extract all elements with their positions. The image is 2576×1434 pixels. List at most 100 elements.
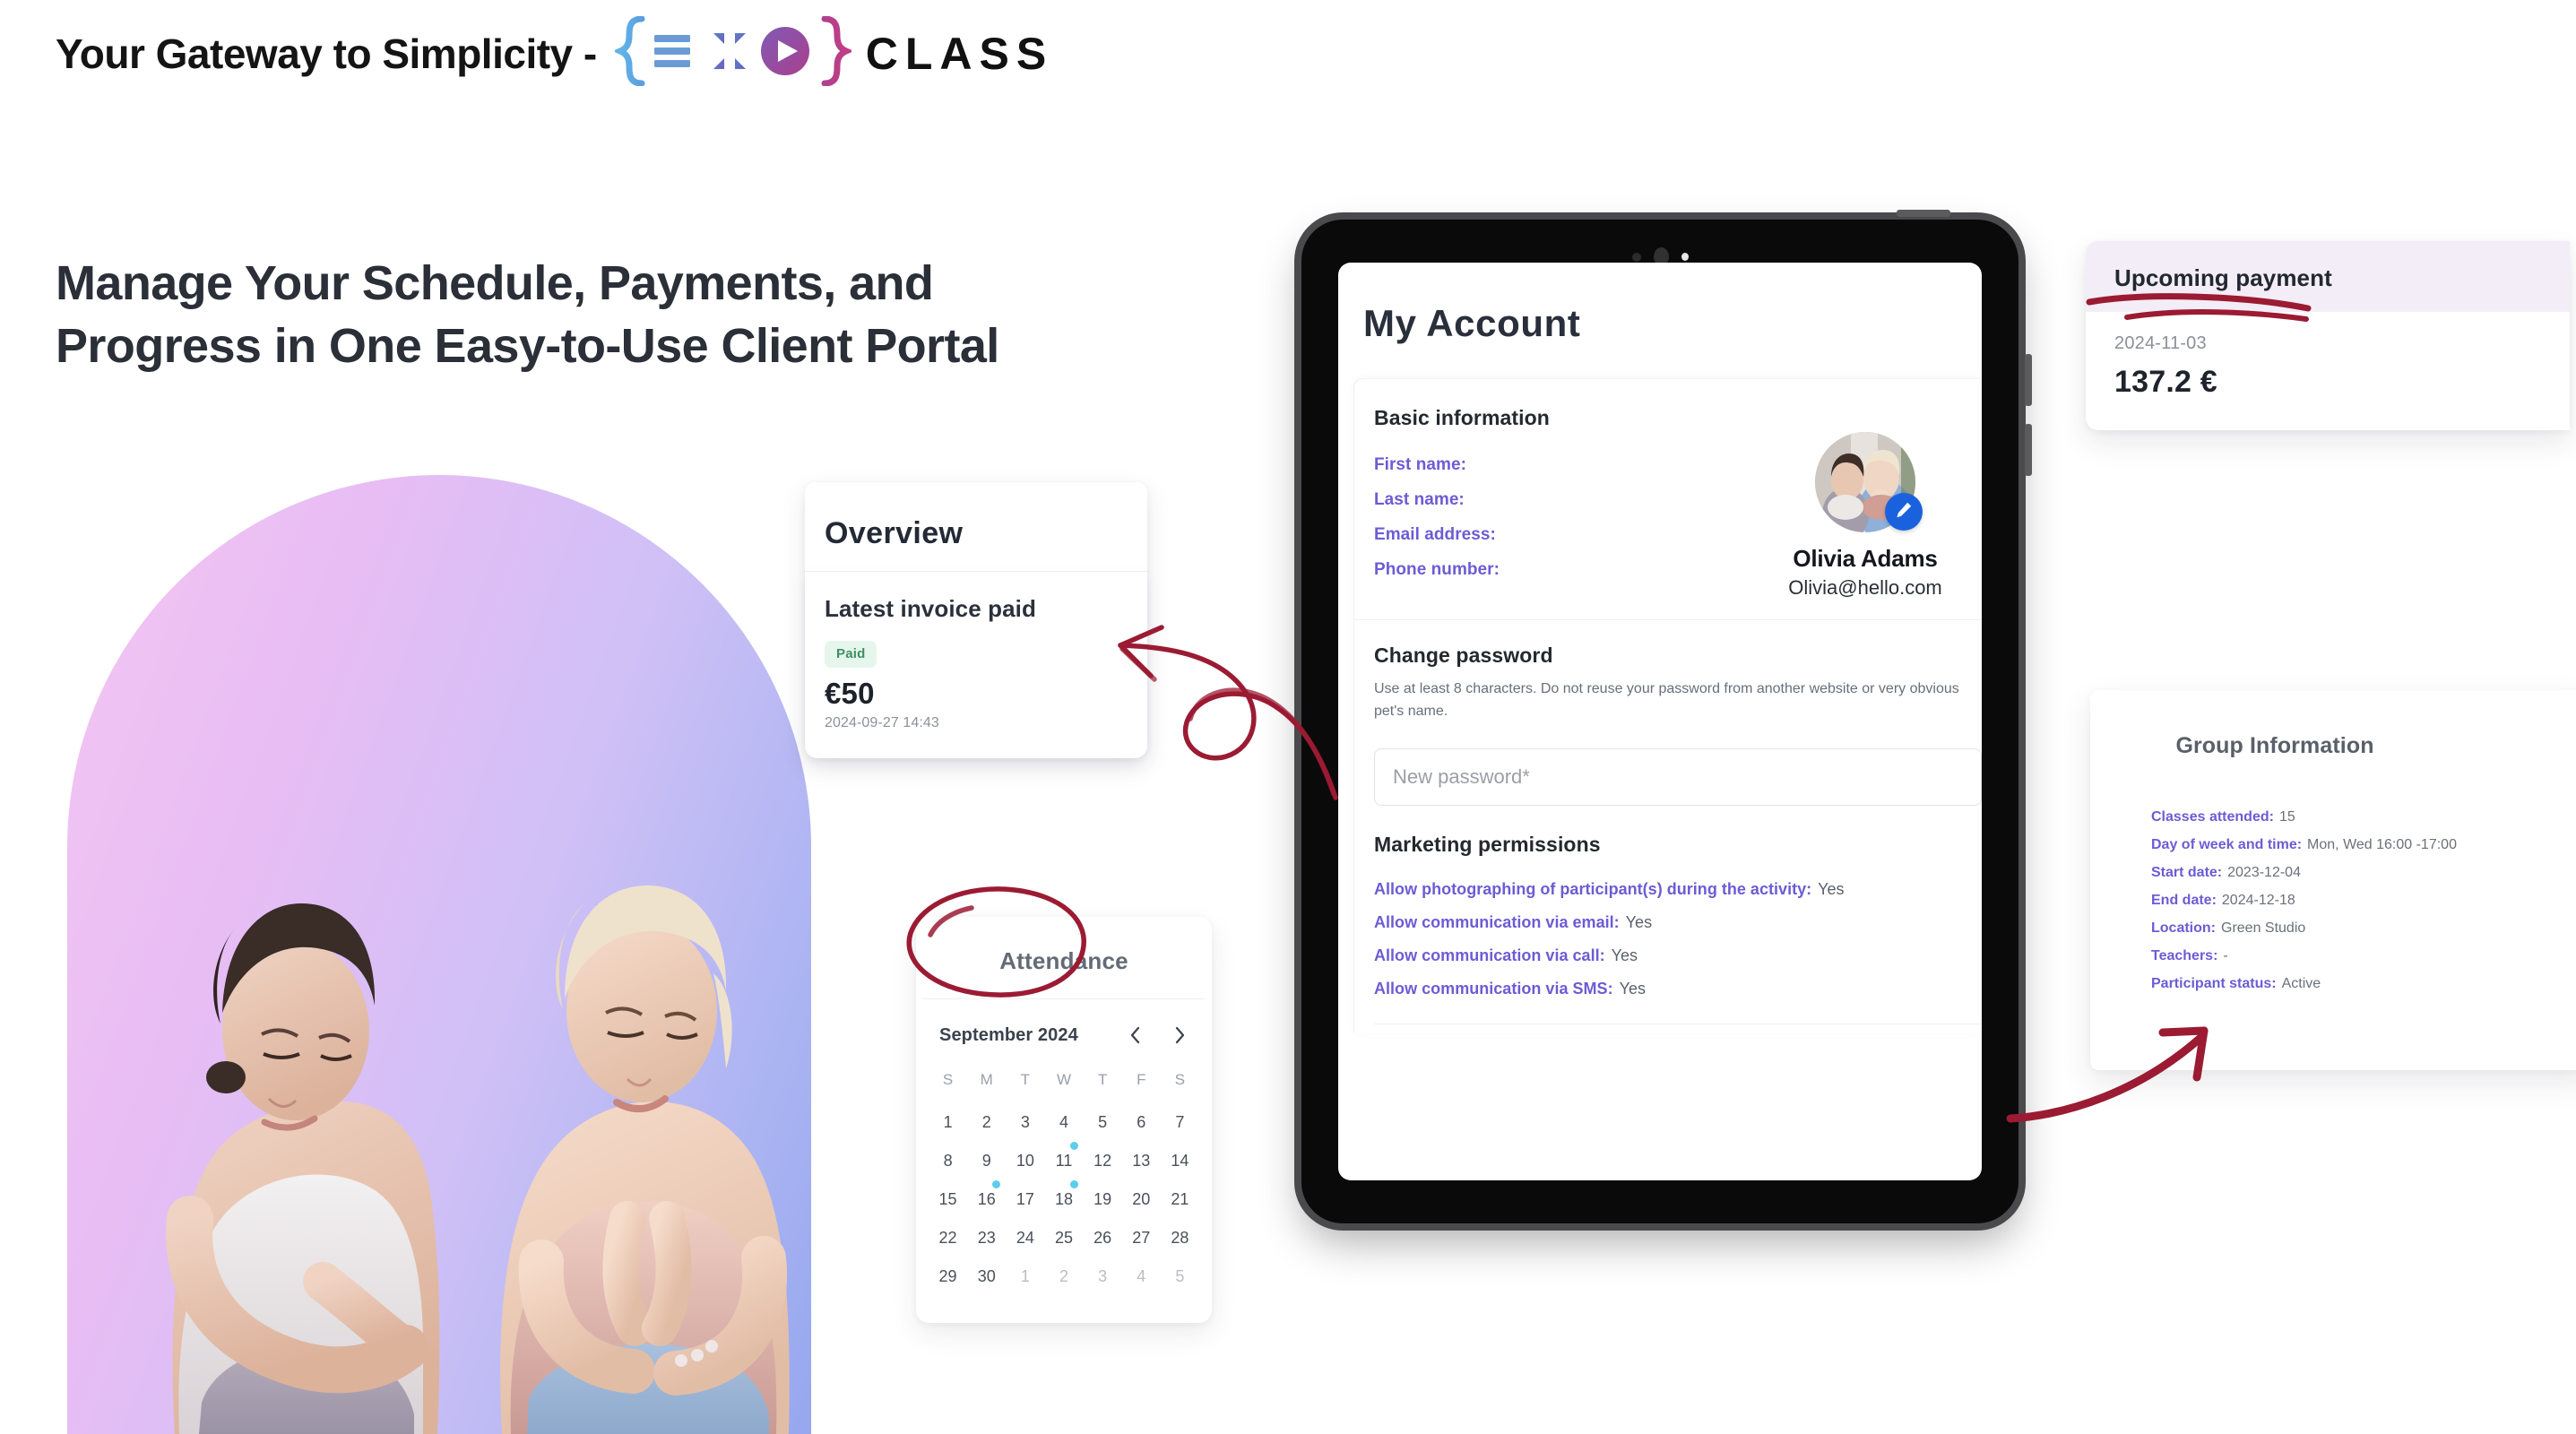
calendar-dow-label: S <box>942 1071 954 1088</box>
group-information-value: 15 <box>2278 809 2295 825</box>
group-information-row: Location: Green Studio <box>2151 920 2576 937</box>
calendar-day[interactable]: 3 <box>1084 1257 1122 1296</box>
calendar-day[interactable]: 12 <box>1084 1142 1122 1180</box>
group-information-title: Group Information <box>2175 733 2374 758</box>
calendar-day[interactable]: 13 <box>1122 1142 1161 1180</box>
marketing-permission-row: Allow communication via call: Yes <box>1374 946 1982 965</box>
page-title: My Account <box>1363 302 1581 344</box>
calendar-day[interactable]: 24 <box>1006 1219 1044 1257</box>
overview-card: Overview Latest invoice paid Paid €50 20… <box>805 482 1147 758</box>
group-information-value: Mon, Wed 16:00 -17:00 <box>2307 837 2457 852</box>
latest-invoice-tile[interactable]: Latest invoice paid Paid €50 2024-09-27 … <box>805 571 1147 758</box>
calendar-dow-label: T <box>1097 1071 1108 1088</box>
tagline-text: Your Gateway to Simplicity - <box>56 30 597 77</box>
calendar-day[interactable]: 17 <box>1006 1180 1044 1219</box>
calendar-grid: S M T W T F S 1 2 3 4 5 6 7 8 9 10 11 12 13 14 15 16 17 18 19 20 21… <box>916 1053 1212 1323</box>
tablet-screen: My Account Basic information First name:… <box>1338 263 1982 1180</box>
calendar-day[interactable]: 9 <box>967 1142 1006 1180</box>
calendar-day[interactable]: 1 <box>1006 1257 1044 1296</box>
calendar-day[interactable]: 16 <box>967 1180 1006 1219</box>
attendance-dot-icon <box>1069 1142 1078 1150</box>
calendar-header: September 2024 <box>916 999 1212 1053</box>
attendance-dot-icon <box>1069 1180 1078 1188</box>
calendar-day[interactable]: 21 <box>1161 1180 1199 1219</box>
marketing-permission-row: Allow photographing of participant(s) du… <box>1374 880 1982 899</box>
calendar-day[interactable]: 11 <box>1044 1142 1083 1180</box>
brand-tagline-row: Your Gateway to Simplicity - CLASS <box>56 15 1054 91</box>
calendar-day[interactable]: 10 <box>1006 1142 1044 1180</box>
group-information-value: Green Studio <box>2221 920 2306 936</box>
tablet-power-button <box>1897 210 1950 217</box>
basic-field-label: Email address: <box>1374 525 1496 544</box>
change-password-description: Use at least 8 characters. Do not reuse … <box>1374 681 1959 719</box>
calendar-day[interactable]: 4 <box>1044 1103 1083 1142</box>
group-information-row: Start date: 2023-12-04 <box>2151 865 2576 881</box>
pencil-edit-icon <box>1895 501 1913 523</box>
group-information-row: End date: 2024-12-18 <box>2151 893 2576 909</box>
change-password-heading: Change password <box>1374 644 1553 667</box>
calendar-day[interactable]: 6 <box>1122 1103 1161 1142</box>
profile-name: Olivia Adams <box>1793 545 1938 572</box>
edit-avatar-button[interactable] <box>1885 493 1923 531</box>
calendar-day[interactable]: 23 <box>967 1219 1006 1257</box>
calendar-day[interactable]: 14 <box>1161 1142 1199 1180</box>
calendar-day[interactable]: 20 <box>1122 1180 1161 1219</box>
chevron-left-icon[interactable] <box>1126 1024 1144 1046</box>
upcoming-payment-card: Upcoming payment 2024-11-03 137.2 € <box>2086 241 2570 430</box>
group-information-key: Teachers: <box>2151 948 2218 963</box>
calendar-day[interactable]: 26 <box>1084 1219 1122 1257</box>
marketing-permission-value: Yes <box>1619 979 1647 998</box>
calendar-day[interactable]: 5 <box>1084 1103 1122 1142</box>
calendar-day[interactable]: 30 <box>967 1257 1006 1296</box>
marketing-permission-row: Allow communication via email: Yes <box>1374 913 1982 932</box>
upcoming-payment-body: 2024-11-03 137.2 € <box>2086 312 2570 430</box>
calendar-day[interactable]: 19 <box>1084 1180 1122 1219</box>
marketing-permission-value: Yes <box>1818 879 1845 898</box>
calendar-day[interactable]: 29 <box>929 1257 967 1296</box>
exoclass-logo: CLASS <box>611 15 1054 91</box>
tablet-device-mockup: My Account Basic information First name:… <box>1301 210 2032 1223</box>
overview-title: Overview <box>825 516 964 550</box>
group-information-row: Day of week and time: Mon, Wed 16:00 -17:… <box>2151 837 2576 853</box>
calendar-day[interactable]: 5 <box>1161 1257 1199 1296</box>
latest-invoice-title: Latest invoice paid <box>825 595 1036 622</box>
basic-field-label: Phone number: <box>1374 560 1500 579</box>
group-information-key: Classes attended: <box>2151 809 2274 825</box>
chevron-right-icon[interactable] <box>1171 1024 1189 1046</box>
hero-image <box>0 475 874 1434</box>
calendar-day[interactable]: 2 <box>967 1103 1006 1142</box>
calendar-day[interactable]: 22 <box>929 1219 967 1257</box>
exoclass-brackets-logo-icon <box>611 15 854 91</box>
calendar-day[interactable]: 1 <box>929 1103 967 1142</box>
calendar-dow-label: M <box>980 1071 993 1088</box>
logo-wordmark: CLASS <box>865 28 1054 79</box>
calendar-day[interactable]: 18 <box>1044 1180 1083 1219</box>
attendance-card: Attendance September 2024 SMTWTFS1234567… <box>916 917 1212 1323</box>
tablet-volume-up-button <box>2025 354 2032 406</box>
calendar-day[interactable]: 27 <box>1122 1219 1161 1257</box>
group-information-key: End date: <box>2151 893 2217 908</box>
basic-field-label: First name: <box>1374 455 1466 474</box>
group-information-row: Participant status: Active <box>2151 976 2576 992</box>
calendar-day[interactable]: 3 <box>1006 1103 1044 1142</box>
upcoming-payment-date: 2024-11-03 <box>2114 333 2207 353</box>
calendar-day[interactable]: 28 <box>1161 1219 1199 1257</box>
calendar-day[interactable]: 7 <box>1161 1103 1199 1142</box>
calendar-day[interactable]: 8 <box>929 1142 967 1180</box>
calendar-dow-label: S <box>1174 1071 1186 1088</box>
profile-email: Olivia@hello.com <box>1788 576 1942 599</box>
group-information-value: - <box>2223 948 2228 963</box>
calendar-day[interactable]: 25 <box>1044 1219 1083 1257</box>
basic-information-row: First name: Last name: Email address: Phone… <box>1354 430 1982 600</box>
calendar-day[interactable]: 15 <box>929 1180 967 1219</box>
new-password-input[interactable]: New password* <box>1374 747 1982 806</box>
calendar-day[interactable]: 4 <box>1122 1257 1161 1296</box>
calendar-dow-label: T <box>1020 1071 1031 1088</box>
upcoming-payment-header: Upcoming payment <box>2086 241 2570 312</box>
calendar-day[interactable]: 2 <box>1044 1257 1083 1296</box>
invoice-amount: €50 <box>825 677 875 710</box>
sensor-icon <box>1631 252 1641 262</box>
group-information-row: Classes attended: 15 <box>2151 809 2576 825</box>
calendar-dow-label: W <box>1056 1071 1072 1088</box>
group-information-card: Group Information Classes attended: 15 Day… <box>2090 690 2576 1070</box>
